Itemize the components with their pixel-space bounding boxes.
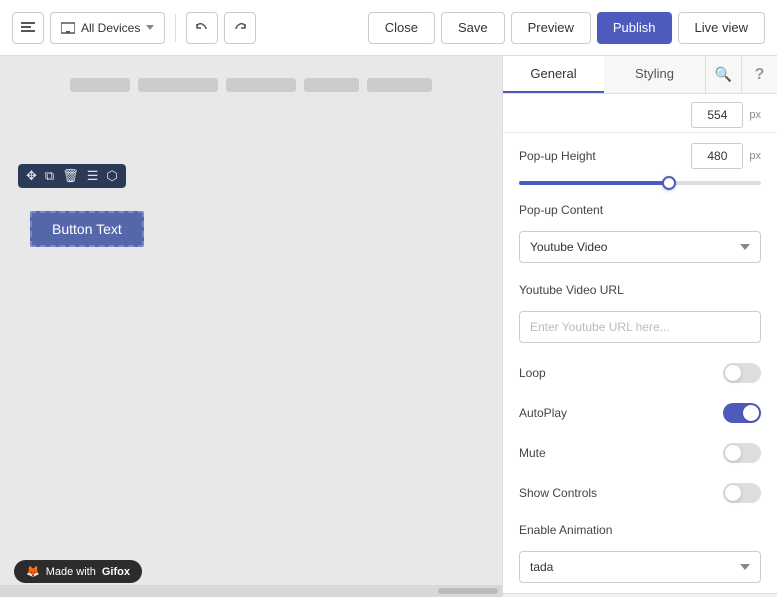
made-with-prefix: Made with — [46, 566, 96, 578]
popup-height-unit: px — [749, 150, 761, 162]
canvas-scrollbar — [0, 585, 502, 597]
settings-icon[interactable]: ☰ — [87, 168, 99, 184]
move-icon[interactable]: ✥ — [26, 168, 37, 184]
help-tab-icon[interactable]: ? — [741, 56, 777, 93]
mute-label: Mute — [519, 446, 546, 460]
canvas-placeholder-row — [70, 78, 432, 92]
mute-row: Mute — [503, 433, 777, 473]
autoplay-row: AutoPlay — [503, 393, 777, 433]
popup-content-row: Pop-up Content — [503, 193, 777, 227]
panel-content: px Pop-up Height px Pop-up Content — [503, 94, 777, 597]
autoplay-toggle[interactable] — [723, 403, 761, 423]
top-value-input[interactable] — [691, 102, 743, 128]
loop-toggle-knob — [725, 365, 741, 381]
canvas-button[interactable]: Button Text — [30, 211, 144, 247]
redo-button[interactable] — [224, 12, 256, 44]
live-view-button[interactable]: Live view — [678, 12, 765, 44]
loop-label: Loop — [519, 366, 546, 380]
tracking-section[interactable]: TRACKING — [503, 593, 777, 597]
show-controls-toggle-knob — [725, 485, 741, 501]
popup-content-label: Pop-up Content — [519, 203, 603, 217]
placeholder-block — [138, 78, 218, 92]
gifox-icon: 🦊 — [26, 565, 40, 578]
separator — [175, 14, 176, 42]
top-value-container: px — [691, 102, 761, 128]
popup-height-label: Pop-up Height — [519, 149, 596, 163]
top-value-row: px — [503, 94, 777, 133]
popup-height-row: Pop-up Height px — [503, 133, 777, 179]
popup-content-select[interactable]: Youtube Video Image Iframe Text — [519, 231, 761, 263]
device-label: All Devices — [81, 21, 140, 35]
youtube-url-input-row — [503, 307, 777, 353]
tab-styling[interactable]: Styling — [604, 56, 705, 93]
popup-content-dropdown-row: Youtube Video Image Iframe Text — [503, 227, 777, 273]
autoplay-label: AutoPlay — [519, 406, 567, 420]
main-area: ✥ ⧉ 🗑 ☰ ⬡ Button Text 🦊 Made with Gifox … — [0, 56, 777, 597]
tag-icon[interactable]: ⬡ — [106, 168, 117, 184]
publish-button[interactable]: Publish — [597, 12, 672, 44]
placeholder-block — [226, 78, 296, 92]
delete-icon[interactable]: 🗑 — [62, 168, 79, 184]
show-controls-label: Show Controls — [519, 486, 597, 500]
placeholder-block — [304, 78, 359, 92]
show-controls-toggle[interactable] — [723, 483, 761, 503]
popup-height-input[interactable] — [691, 143, 743, 169]
slider-thumb[interactable] — [662, 176, 676, 190]
youtube-url-input[interactable] — [519, 311, 761, 343]
show-controls-row: Show Controls — [503, 473, 777, 513]
loop-row: Loop — [503, 353, 777, 393]
slider-track — [519, 181, 761, 185]
panel-tabs: General Styling 🔍 ? — [503, 56, 777, 94]
right-panel: General Styling 🔍 ? px Pop-up Height px — [502, 56, 777, 597]
text-align-icon[interactable] — [12, 12, 44, 44]
save-button[interactable]: Save — [441, 12, 505, 44]
enable-animation-row: Enable Animation — [503, 513, 777, 547]
undo-button[interactable] — [186, 12, 218, 44]
placeholder-block — [70, 78, 130, 92]
youtube-url-row: Youtube Video URL — [503, 273, 777, 307]
brand-name: Gifox — [102, 566, 130, 578]
autoplay-toggle-knob — [743, 405, 759, 421]
element-toolbar: ✥ ⧉ 🗑 ☰ ⬡ — [18, 164, 126, 188]
popup-height-value-row: px — [691, 143, 761, 169]
tab-general[interactable]: General — [503, 56, 604, 93]
made-with-badge: 🦊 Made with Gifox — [14, 560, 142, 583]
copy-icon[interactable]: ⧉ — [45, 168, 54, 184]
mute-toggle[interactable] — [723, 443, 761, 463]
popup-height-slider-container — [503, 179, 777, 193]
youtube-url-label: Youtube Video URL — [519, 283, 624, 297]
scrollbar-thumb[interactable] — [438, 588, 498, 594]
slider-fill — [519, 181, 669, 185]
placeholder-block — [367, 78, 432, 92]
mute-toggle-knob — [725, 445, 741, 461]
canvas: ✥ ⧉ 🗑 ☰ ⬡ Button Text 🦊 Made with Gifox — [0, 56, 502, 597]
enable-animation-label: Enable Animation — [519, 523, 612, 537]
close-button[interactable]: Close — [368, 12, 435, 44]
animation-select[interactable]: tada bounce shake pulse none — [519, 551, 761, 583]
toolbar: All Devices Close Save Preview Publish L… — [0, 0, 777, 56]
top-unit: px — [749, 109, 761, 121]
preview-button[interactable]: Preview — [511, 12, 591, 44]
loop-toggle[interactable] — [723, 363, 761, 383]
search-tab-icon[interactable]: 🔍 — [705, 56, 741, 93]
animation-dropdown-row: tada bounce shake pulse none — [503, 547, 777, 593]
device-selector[interactable]: All Devices — [50, 12, 165, 44]
